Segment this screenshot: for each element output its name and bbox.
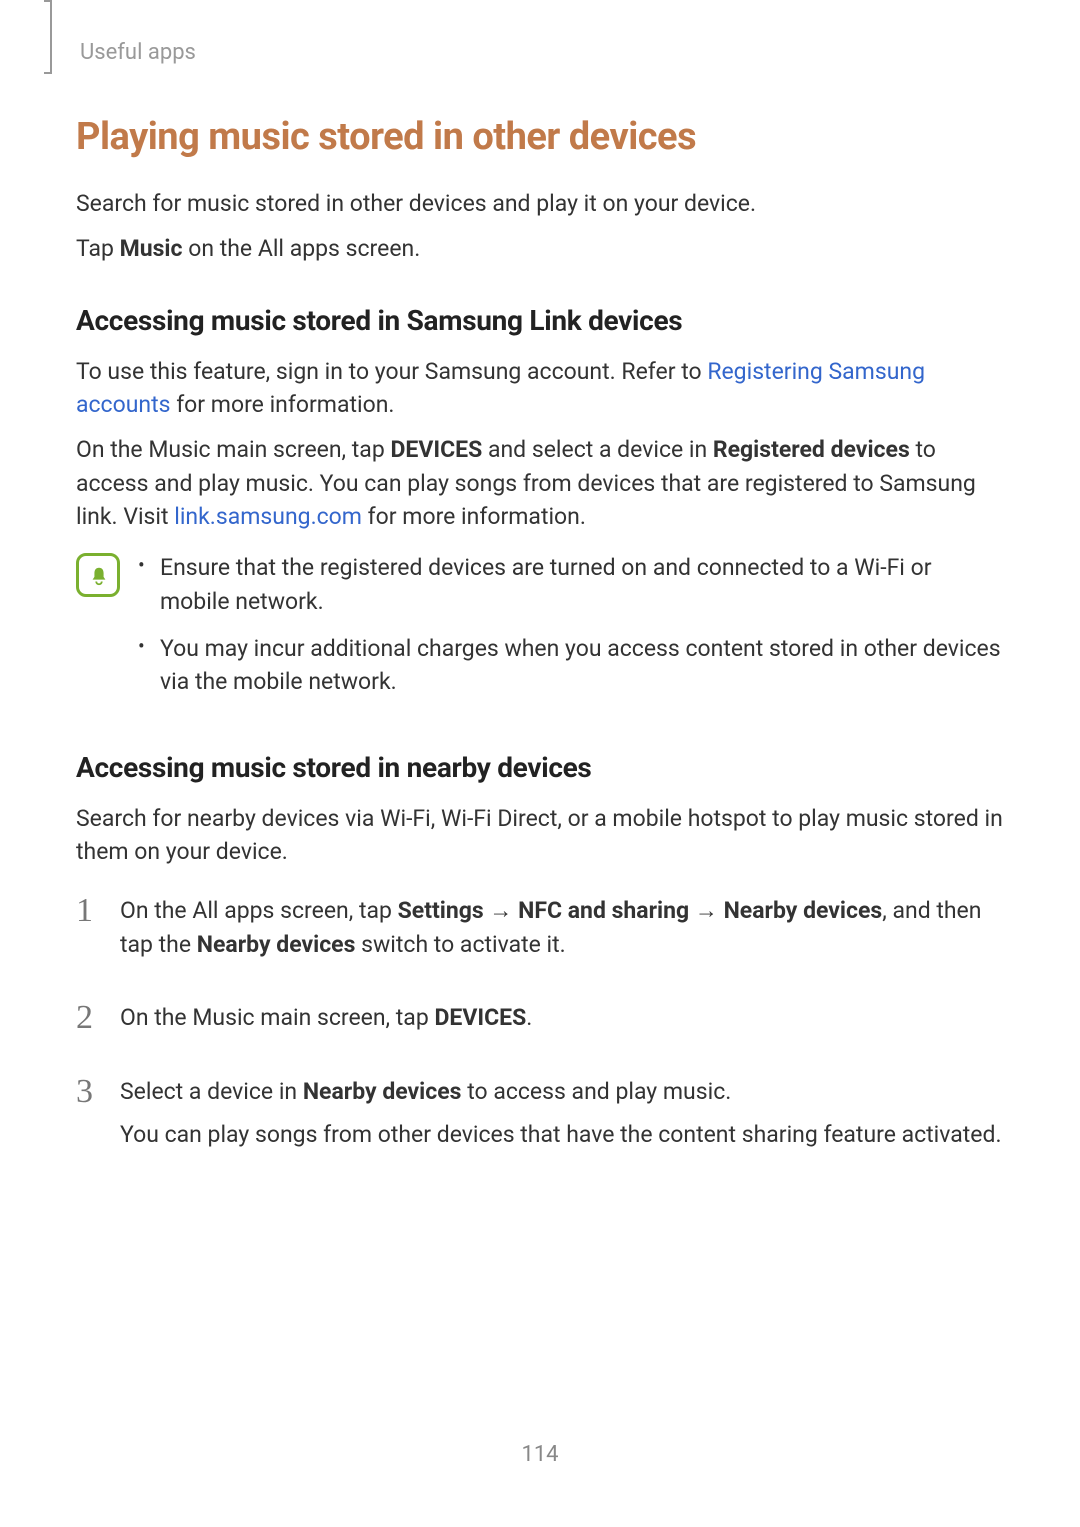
page-header: Useful apps xyxy=(0,0,1080,65)
label-nfc-sharing: NFC and sharing xyxy=(518,897,689,924)
arrow-icon: → xyxy=(689,897,723,924)
label-nearby-devices: Nearby devices xyxy=(724,897,883,924)
nearby-intro: Search for nearby devices via Wi-Fi, Wi-… xyxy=(76,802,1004,869)
intro-paragraph-1: Search for music stored in other devices… xyxy=(76,187,1004,220)
label-registered-devices: Registered devices xyxy=(713,436,910,463)
app-name-music: Music xyxy=(120,235,183,262)
text: On the All apps screen, tap xyxy=(120,897,398,924)
label-nearby-devices-switch: Nearby devices xyxy=(197,931,356,958)
text: To use this feature, sign in to your Sam… xyxy=(76,358,707,385)
text: for more information. xyxy=(170,391,394,418)
page-content: Playing music stored in other devices Se… xyxy=(0,65,1080,1161)
step-1: 1 On the All apps screen, tap Settings →… xyxy=(76,894,1004,971)
step-2-text: On the Music main screen, tap DEVICES. xyxy=(120,1001,1004,1034)
note-item-2: You may incur additional charges when yo… xyxy=(138,632,1004,699)
text: for more information. xyxy=(362,503,586,530)
page-number: 114 xyxy=(0,1442,1080,1467)
header-tab-marker xyxy=(50,0,52,74)
step-2: 2 On the Music main screen, tap DEVICES. xyxy=(76,1001,1004,1044)
label-nearby-devices: Nearby devices xyxy=(303,1078,462,1105)
text: Select a device in xyxy=(120,1078,303,1105)
text: . xyxy=(526,1004,532,1031)
step-list: 1 On the All apps screen, tap Settings →… xyxy=(76,894,1004,1161)
note-block: Ensure that the registered devices are t… xyxy=(76,551,1004,712)
label-devices: DEVICES xyxy=(434,1004,526,1031)
note-list: Ensure that the registered devices are t… xyxy=(138,551,1004,712)
text: switch to activate it. xyxy=(355,931,565,958)
label-settings: Settings xyxy=(398,897,484,924)
text: On the Music main screen, tap xyxy=(76,436,390,463)
step-number-3: 3 xyxy=(76,1075,100,1162)
step-3-line2: You can play songs from other devices th… xyxy=(120,1118,1004,1151)
note-icon-container xyxy=(76,551,120,712)
page-title: Playing music stored in other devices xyxy=(76,115,1004,159)
text: to access and play music. xyxy=(462,1078,732,1105)
samsung-link-paragraph-2: On the Music main screen, tap DEVICES an… xyxy=(76,433,1004,533)
step-number-1: 1 xyxy=(76,894,100,971)
section-name: Useful apps xyxy=(80,40,1080,65)
link-samsung-com[interactable]: link.samsung.com xyxy=(174,503,362,530)
text: on the All apps screen. xyxy=(183,235,421,262)
step-3-text: Select a device in Nearby devices to acc… xyxy=(120,1075,1004,1108)
samsung-link-paragraph-1: To use this feature, sign in to your Sam… xyxy=(76,355,1004,422)
text: and select a device in xyxy=(482,436,713,463)
text: Tap xyxy=(76,235,120,262)
step-3: 3 Select a device in Nearby devices to a… xyxy=(76,1075,1004,1162)
step-number-2: 2 xyxy=(76,1001,100,1044)
bell-icon xyxy=(76,553,120,597)
subheading-samsung-link: Accessing music stored in Samsung Link d… xyxy=(76,304,1004,337)
intro-paragraph-2: Tap Music on the All apps screen. xyxy=(76,232,1004,265)
text: On the Music main screen, tap xyxy=(120,1004,434,1031)
label-devices: DEVICES xyxy=(390,436,482,463)
note-item-1: Ensure that the registered devices are t… xyxy=(138,551,1004,618)
step-1-text: On the All apps screen, tap Settings → N… xyxy=(120,894,1004,961)
subheading-nearby-devices: Accessing music stored in nearby devices xyxy=(76,751,1004,784)
arrow-icon: → xyxy=(484,897,518,924)
